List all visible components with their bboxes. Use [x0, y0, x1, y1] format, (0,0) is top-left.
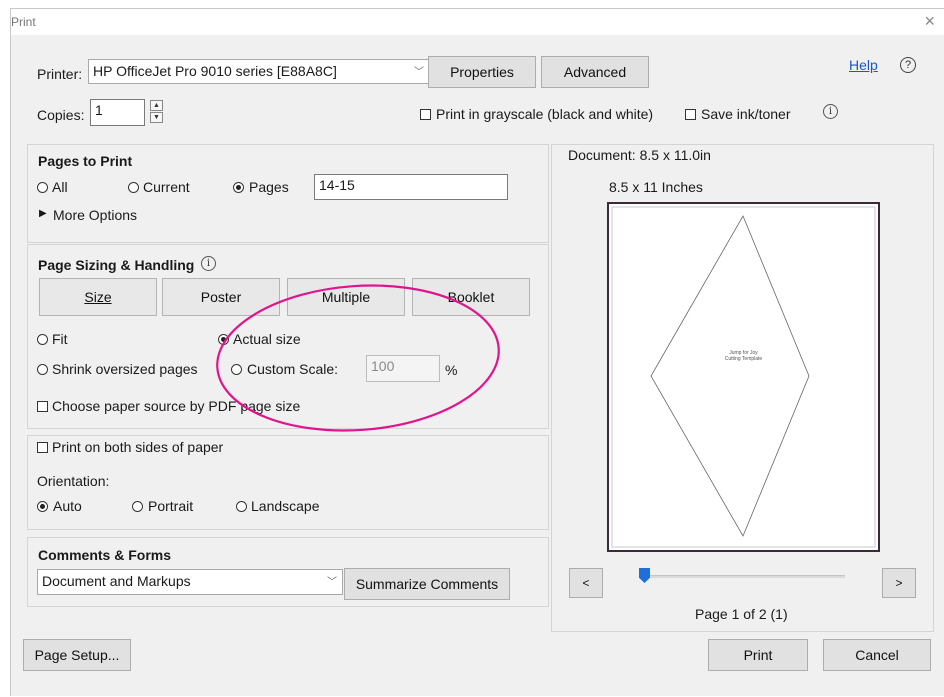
printer-label: Printer: [37, 66, 83, 82]
radio-custom-scale[interactable] [231, 364, 242, 375]
page-preview-text: Jump for Joy Cutting Template [609, 350, 878, 362]
radio-portrait[interactable] [132, 501, 143, 512]
help-link[interactable]: Help [849, 57, 878, 73]
percent-sign: % [445, 362, 458, 378]
radio-fit[interactable] [37, 334, 48, 345]
radio-auto[interactable] [37, 501, 48, 512]
copies-input[interactable]: 1 [90, 99, 145, 126]
radio-actual-size[interactable] [218, 334, 229, 345]
radio-portrait-label: Portrait [148, 498, 194, 514]
expand-triangle-icon[interactable]: ▶ [39, 208, 47, 219]
radio-all[interactable] [37, 182, 48, 193]
comments-forms-select[interactable]: Document and Markups ﹀ [37, 569, 343, 595]
radio-pages[interactable] [233, 182, 244, 193]
radio-fit-label: Fit [52, 331, 68, 347]
both-sides-label: Print on both sides of paper [52, 439, 224, 455]
radio-current[interactable] [128, 182, 139, 193]
previous-page-button[interactable]: < [569, 568, 603, 598]
comments-forms-heading: Comments & Forms [38, 547, 172, 563]
page-sizing-heading: Page Sizing & Handling [38, 257, 195, 273]
paper-source-label: Choose paper source by PDF page size [52, 398, 301, 414]
info-icon[interactable]: i [201, 256, 216, 271]
paper-size-label: 8.5 x 11 Inches [609, 179, 703, 195]
radio-custom-scale-label: Custom Scale: [247, 361, 339, 377]
page-slider-track[interactable] [639, 575, 845, 578]
paper-source-checkbox[interactable] [37, 401, 48, 412]
help-icon[interactable]: ? [900, 57, 916, 73]
document-size-label: Document: 8.5 x 11.0in [568, 147, 711, 163]
properties-button[interactable]: Properties [428, 56, 536, 88]
more-options-link[interactable]: More Options [53, 207, 137, 223]
printer-select-value: HP OfficeJet Pro 9010 series [E88A8C] [93, 63, 337, 79]
size-tab-label: Size [84, 289, 112, 305]
radio-pages-label: Pages [249, 179, 289, 195]
radio-current-label: Current [143, 179, 190, 195]
grayscale-checkbox[interactable] [420, 109, 431, 120]
poster-tab[interactable]: Poster [162, 278, 280, 316]
save-ink-label: Save ink/toner [701, 106, 791, 122]
radio-auto-label: Auto [53, 498, 82, 514]
page-setup-button[interactable]: Page Setup... [23, 639, 131, 671]
radio-all-label: All [52, 179, 68, 195]
size-tab[interactable]: Size [39, 278, 157, 316]
advanced-button[interactable]: Advanced [541, 56, 649, 88]
diamond-template-graphic [611, 206, 876, 548]
summarize-comments-button[interactable]: Summarize Comments [344, 568, 510, 600]
radio-landscape-label: Landscape [251, 498, 320, 514]
page-preview: Jump for Joy Cutting Template [607, 202, 880, 552]
custom-scale-input[interactable]: 100 [366, 355, 440, 382]
radio-shrink-oversized[interactable] [37, 364, 48, 375]
comments-forms-select-value: Document and Markups [42, 573, 191, 589]
pages-input[interactable]: 14-15 [314, 174, 508, 200]
grayscale-label: Print in grayscale (black and white) [436, 106, 654, 122]
spin-up-icon[interactable]: ▲ [150, 100, 163, 111]
info-icon[interactable]: i [823, 104, 838, 119]
pages-to-print-heading: Pages to Print [38, 153, 133, 169]
save-ink-checkbox[interactable] [685, 109, 696, 120]
radio-landscape[interactable] [236, 501, 247, 512]
both-sides-checkbox[interactable] [37, 442, 48, 453]
orientation-label: Orientation: [37, 473, 110, 489]
multiple-tab[interactable]: Multiple [287, 278, 405, 316]
booklet-tab[interactable]: Booklet [412, 278, 530, 316]
print-button[interactable]: Print [708, 639, 808, 671]
close-icon[interactable]: × [924, 11, 935, 32]
printer-select[interactable]: HP OfficeJet Pro 9010 series [E88A8C] ﹀ [88, 59, 430, 84]
window-title: Print [11, 15, 36, 29]
print-dialog: Print × Printer: HP OfficeJet Pro 9010 s… [10, 8, 944, 696]
copies-label: Copies: [37, 107, 85, 123]
page-indicator: Page 1 of 2 (1) [695, 606, 788, 622]
next-page-button[interactable]: > [882, 568, 916, 598]
radio-shrink-oversized-label: Shrink oversized pages [52, 361, 198, 377]
spin-down-icon[interactable]: ▼ [150, 112, 163, 123]
chevron-down-icon: ﹀ [327, 577, 337, 588]
cancel-button[interactable]: Cancel [823, 639, 931, 671]
page-text-line2: Cutting Template [724, 356, 763, 362]
chevron-down-icon: ﹀ [414, 67, 424, 78]
title-bar: Print × [11, 9, 944, 35]
radio-actual-size-label: Actual size [233, 331, 301, 347]
